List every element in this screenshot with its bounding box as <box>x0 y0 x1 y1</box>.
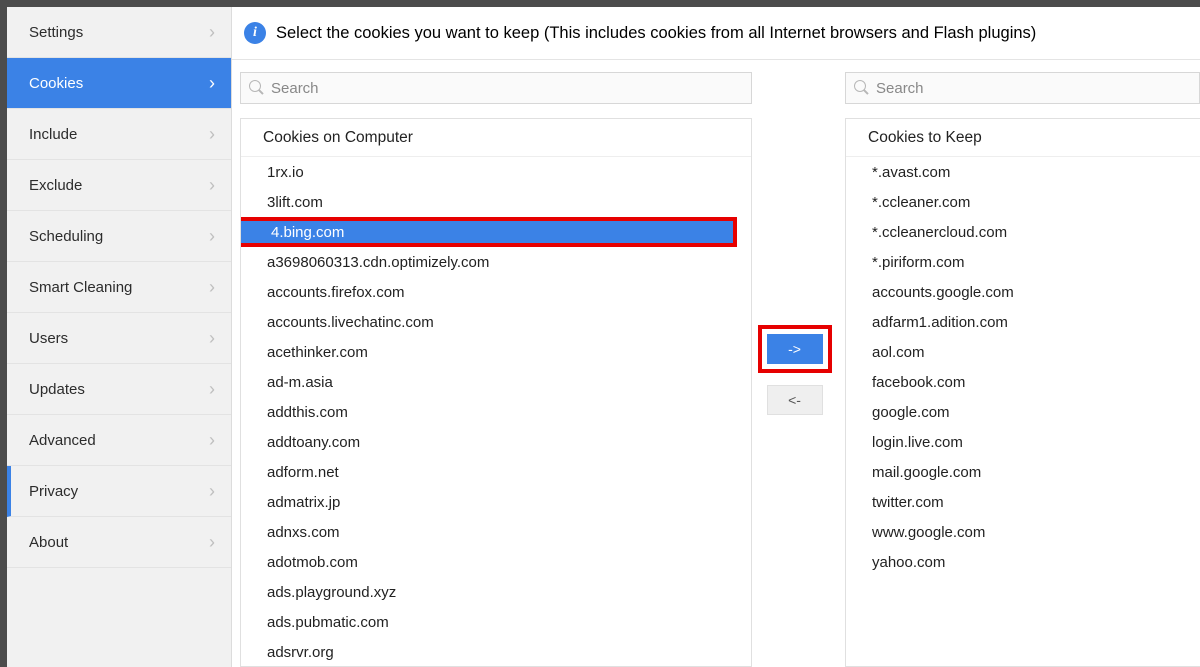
list-item[interactable]: addtoany.com <box>241 427 751 457</box>
sidebar-item-privacy[interactable]: Privacy › <box>7 466 231 517</box>
main-area: i Select the cookies you want to keep (T… <box>232 7 1200 667</box>
list-item[interactable]: admatrix.jp <box>241 487 751 517</box>
list-item[interactable]: adform.net <box>241 457 751 487</box>
sidebar-item-smart-cleaning[interactable]: Smart Cleaning › <box>7 262 231 313</box>
list-item[interactable]: facebook.com <box>846 367 1200 397</box>
search-input[interactable] <box>876 80 1191 97</box>
transfer-buttons: -> <- <box>752 72 837 667</box>
sidebar-item-include[interactable]: Include › <box>7 109 231 160</box>
move-left-button[interactable]: <- <box>767 385 823 415</box>
sidebar-item-label: Advanced <box>29 432 96 449</box>
list-item[interactable]: aol.com <box>846 337 1200 367</box>
chevron-right-icon: › <box>209 277 215 298</box>
sidebar-item-label: Settings <box>29 24 83 41</box>
left-column: Cookies on Computer 1rx.io 3lift.com 4.b… <box>240 72 752 667</box>
app-root: Settings › Cookies › Include › Exclude ›… <box>7 7 1200 667</box>
list-item[interactable]: ad-m.asia <box>241 367 751 397</box>
sidebar-item-label: Scheduling <box>29 228 103 245</box>
sidebar-item-users[interactable]: Users › <box>7 313 231 364</box>
sidebar-item-scheduling[interactable]: Scheduling › <box>7 211 231 262</box>
panel-header: Cookies to Keep <box>846 119 1200 157</box>
list-item[interactable]: google.com <box>846 397 1200 427</box>
chevron-right-icon: › <box>209 175 215 196</box>
list-item[interactable]: ads.playground.xyz <box>241 577 751 607</box>
chevron-right-icon: › <box>209 22 215 43</box>
list-item[interactable]: www.google.com <box>846 517 1200 547</box>
list-item[interactable]: *.ccleaner.com <box>846 187 1200 217</box>
list-item[interactable]: a3698060313.cdn.optimizely.com <box>241 247 751 277</box>
panel-header: Cookies on Computer <box>241 119 751 157</box>
right-column: Cookies to Keep *.avast.com *.ccleaner.c… <box>837 72 1200 667</box>
search-input[interactable] <box>271 80 743 97</box>
sidebar-item-label: Cookies <box>29 75 83 92</box>
list-item-selected[interactable]: 4.bing.com <box>241 217 737 247</box>
list-item[interactable]: adsrvr.org <box>241 637 751 666</box>
chevron-right-icon: › <box>209 73 215 94</box>
sidebar-item-about[interactable]: About › <box>7 517 231 568</box>
sidebar-item-label: Privacy <box>29 483 78 500</box>
list-item[interactable]: 3lift.com <box>241 187 751 217</box>
chevron-right-icon: › <box>209 481 215 502</box>
list-item[interactable]: 1rx.io <box>241 157 751 187</box>
search-icon <box>854 80 870 96</box>
list-item[interactable]: addthis.com <box>241 397 751 427</box>
page-header: i Select the cookies you want to keep (T… <box>232 7 1200 60</box>
move-right-button[interactable]: -> <box>767 334 823 364</box>
chevron-right-icon: › <box>209 226 215 247</box>
list-item[interactable]: adfarm1.adition.com <box>846 307 1200 337</box>
cookies-to-keep-panel: Cookies to Keep *.avast.com *.ccleaner.c… <box>845 118 1200 667</box>
page-title: Select the cookies you want to keep (Thi… <box>276 24 1036 43</box>
sidebar-item-cookies[interactable]: Cookies › <box>7 58 231 109</box>
list-item[interactable]: accounts.livechatinc.com <box>241 307 751 337</box>
list-item[interactable]: acethinker.com <box>241 337 751 367</box>
sidebar-item-exclude[interactable]: Exclude › <box>7 160 231 211</box>
search-right[interactable] <box>845 72 1200 104</box>
list-item[interactable]: mail.google.com <box>846 457 1200 487</box>
sidebar-item-label: Smart Cleaning <box>29 279 132 296</box>
info-icon: i <box>244 22 266 44</box>
sidebar-item-advanced[interactable]: Advanced › <box>7 415 231 466</box>
sidebar-item-label: Updates <box>29 381 85 398</box>
list-item[interactable]: twitter.com <box>846 487 1200 517</box>
list-item[interactable]: *.piriform.com <box>846 247 1200 277</box>
list-item[interactable]: login.live.com <box>846 427 1200 457</box>
content: Cookies on Computer 1rx.io 3lift.com 4.b… <box>232 60 1200 667</box>
list-item[interactable]: adotmob.com <box>241 547 751 577</box>
chevron-right-icon: › <box>209 430 215 451</box>
sidebar-item-settings[interactable]: Settings › <box>7 7 231 58</box>
chevron-right-icon: › <box>209 124 215 145</box>
list-item[interactable]: ads.pubmatic.com <box>241 607 751 637</box>
sidebar: Settings › Cookies › Include › Exclude ›… <box>7 7 232 667</box>
cookies-on-computer-list[interactable]: 1rx.io 3lift.com 4.bing.com a3698060313.… <box>241 157 751 666</box>
sidebar-item-label: About <box>29 534 68 551</box>
chevron-right-icon: › <box>209 379 215 400</box>
search-icon <box>249 80 265 96</box>
list-item[interactable]: accounts.google.com <box>846 277 1200 307</box>
list-item[interactable]: yahoo.com <box>846 547 1200 577</box>
cookies-to-keep-list[interactable]: *.avast.com *.ccleaner.com *.ccleanerclo… <box>846 157 1200 666</box>
sidebar-item-label: Users <box>29 330 68 347</box>
chevron-right-icon: › <box>209 328 215 349</box>
highlight-annotation: -> <box>758 325 832 373</box>
list-item[interactable]: *.avast.com <box>846 157 1200 187</box>
list-item[interactable]: adnxs.com <box>241 517 751 547</box>
sidebar-item-updates[interactable]: Updates › <box>7 364 231 415</box>
chevron-right-icon: › <box>209 532 215 553</box>
search-left[interactable] <box>240 72 752 104</box>
sidebar-item-label: Include <box>29 126 77 143</box>
cookies-on-computer-panel: Cookies on Computer 1rx.io 3lift.com 4.b… <box>240 118 752 667</box>
list-item[interactable]: accounts.firefox.com <box>241 277 751 307</box>
list-item[interactable]: *.ccleanercloud.com <box>846 217 1200 247</box>
sidebar-item-label: Exclude <box>29 177 82 194</box>
